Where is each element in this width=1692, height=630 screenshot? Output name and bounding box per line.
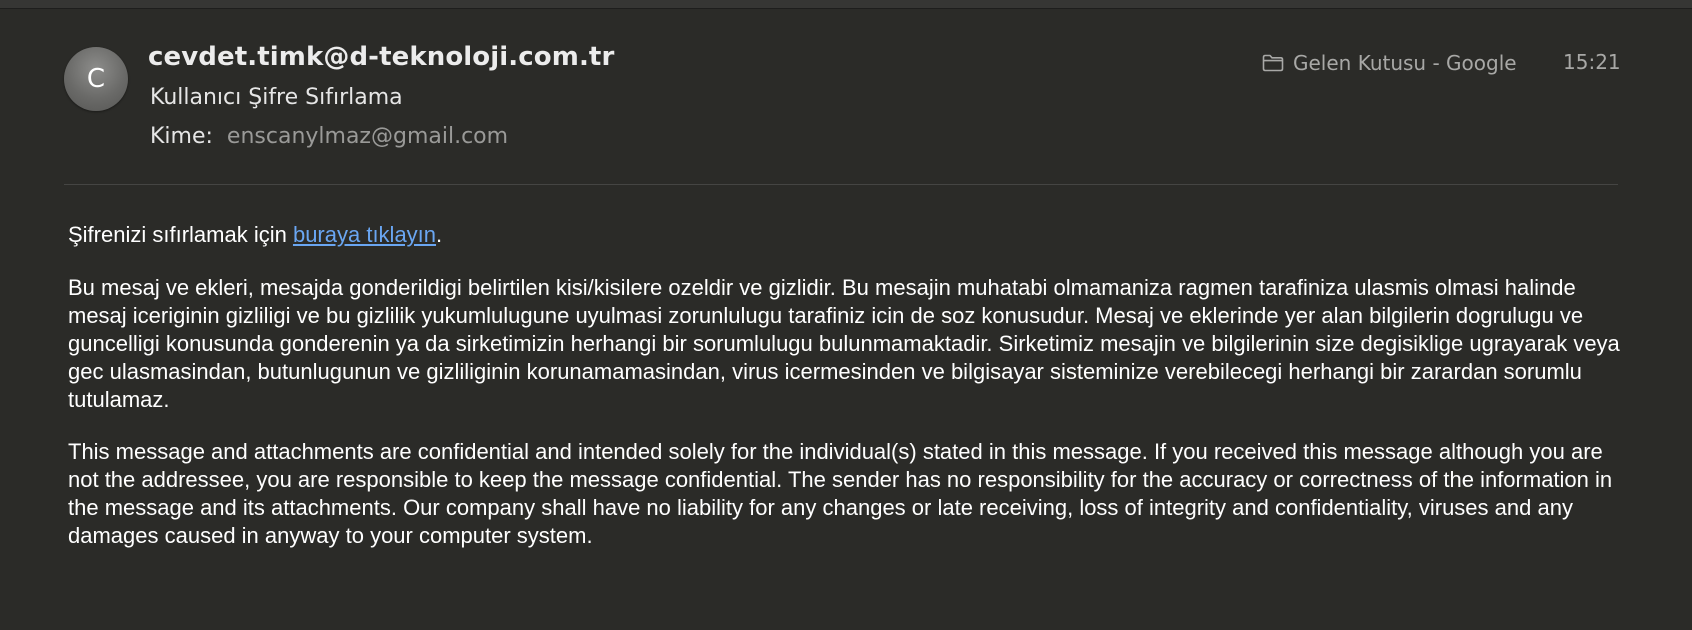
reset-prefix-text: Şifrenizi sıfırlamak için (68, 222, 293, 247)
disclaimer-turkish: Bu mesaj ve ekleri, mesajda gonderildigi… (68, 275, 1620, 412)
recipient-label: Kime: (150, 124, 213, 149)
recipient-address[interactable]: enscanylmaz@gmail.com (227, 124, 508, 149)
avatar-initial: C (86, 64, 106, 94)
folder-icon (1262, 54, 1284, 72)
email-reading-pane: C cevdet.timk@d-teknoloji.com.tr Kullanı… (0, 0, 1692, 630)
disclaimer-english: This message and attachments are confide… (68, 439, 1613, 548)
reset-password-link[interactable]: buraya tıklayın (293, 222, 436, 247)
email-subject: Kullanıcı Şifre Sıfırlama (150, 85, 403, 110)
message-body: Şifrenizi sıfırlamak için buraya tıklayı… (68, 221, 1628, 574)
sender-address[interactable]: cevdet.timk@d-teknoloji.com.tr (148, 42, 614, 72)
mailbox-name: Gelen Kutusu - Google (1293, 51, 1517, 75)
header-divider (64, 184, 1618, 185)
reset-suffix-text: . (436, 222, 443, 247)
received-time: 15:21 (1563, 50, 1621, 74)
recipient-row: Kime: enscanylmaz@gmail.com (150, 124, 508, 149)
mailbox-indicator[interactable]: Gelen Kutusu - Google (1262, 50, 1517, 76)
reset-paragraph: Şifrenizi sıfırlamak için buraya tıklayı… (68, 221, 1628, 249)
sender-avatar[interactable]: C (64, 47, 128, 111)
top-toolbar-edge (0, 0, 1692, 9)
